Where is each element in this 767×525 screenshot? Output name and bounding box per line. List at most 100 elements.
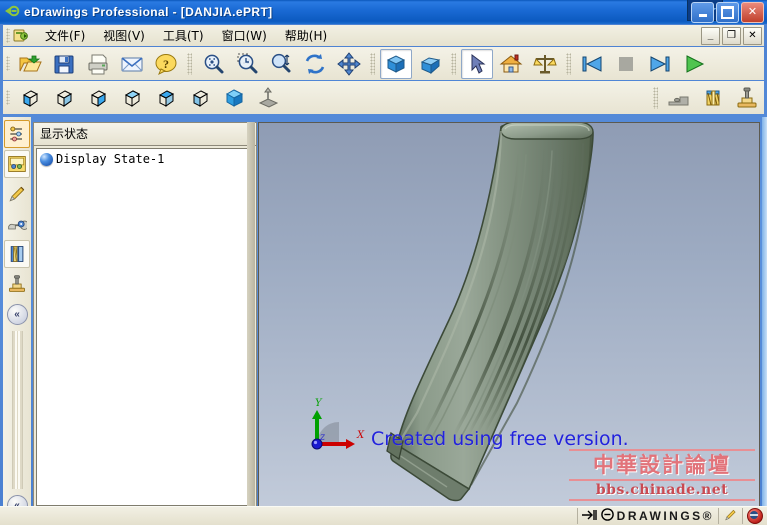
print-button[interactable]: [82, 49, 114, 79]
toolbar-grip[interactable]: [6, 90, 10, 105]
mdi-restore-icon: ❐: [727, 30, 736, 41]
email-button[interactable]: [116, 49, 148, 79]
mdi-close-button[interactable]: ✕: [743, 27, 762, 45]
view-left-button[interactable]: [82, 83, 114, 113]
no-entry-status-cell[interactable]: [742, 508, 767, 524]
display-state-panel: 显示状态 Display State-1: [33, 122, 257, 509]
measure-tab[interactable]: [4, 210, 30, 238]
status-message-area: [0, 508, 577, 524]
open-button[interactable]: [14, 49, 46, 79]
forum-watermark: 中華設計論壇 bbs.chinade.net: [569, 448, 755, 506]
blue-sphere-icon: [40, 152, 53, 166]
menu-bar: 文件(F) 视图(V) 工具(T) 窗口(W) 帮助(H) _ ❐ ✕: [3, 25, 764, 46]
mdi-minimize-button[interactable]: _: [701, 27, 720, 45]
help-button[interactable]: ?: [150, 49, 182, 79]
view-right-button[interactable]: [116, 83, 148, 113]
play-button[interactable]: [678, 49, 710, 79]
main-toolbar: ?: [3, 47, 764, 80]
measure-button[interactable]: [529, 49, 561, 79]
window-controls: ✕: [691, 2, 764, 23]
collapse-panel-top-button[interactable]: «: [6, 304, 28, 325]
tree-item-label: Display State-1: [56, 152, 165, 166]
svg-text:?: ?: [163, 57, 169, 71]
first-frame-button[interactable]: [576, 49, 608, 79]
stop-button[interactable]: [610, 49, 642, 79]
close-button[interactable]: ✕: [741, 2, 764, 23]
toolbar-separator: [653, 86, 658, 109]
svg-text:Y: Y: [315, 398, 323, 409]
home-view-button[interactable]: [495, 49, 527, 79]
minimize-button[interactable]: [691, 2, 714, 23]
view-top-button[interactable]: [150, 83, 182, 113]
tree-item[interactable]: Display State-1: [37, 149, 253, 166]
no-entry-icon: [747, 508, 763, 524]
menu-grip[interactable]: [6, 28, 10, 43]
close-icon: ✕: [747, 6, 758, 18]
menu-tools[interactable]: 工具(T): [154, 26, 213, 45]
normal-to-button[interactable]: [252, 83, 284, 113]
pan-button[interactable]: [333, 49, 365, 79]
document-icon: [13, 28, 30, 43]
window-right-edge: [762, 117, 767, 517]
view-orientation-toolbar: [3, 81, 764, 114]
shaded-view-button[interactable]: [380, 48, 412, 79]
stamp-button[interactable]: [731, 83, 763, 113]
edrawings-logo-mark: [600, 508, 614, 524]
pencil-icon: [723, 508, 738, 525]
last-frame-button[interactable]: [644, 49, 676, 79]
perspective-view-button[interactable]: [414, 49, 446, 79]
arrow-right-icon: [581, 509, 598, 524]
watermark-divider: [569, 499, 755, 501]
cross-section-button[interactable]: [697, 83, 729, 113]
zoom-to-area-button[interactable]: [231, 49, 263, 79]
maximize-button[interactable]: [716, 2, 739, 23]
toolbar-separator: [566, 52, 571, 75]
section-view-button[interactable]: [663, 83, 695, 113]
panel-splitter-track[interactable]: [11, 331, 23, 489]
watermark-url-text: bbs.chinade.net: [595, 482, 729, 498]
application-window: eDrawings Professional - [DANJIA.ePRT] ✕…: [0, 0, 767, 525]
svg-text:X: X: [356, 430, 365, 441]
mdi-child-controls: _ ❐ ✕: [701, 27, 762, 45]
mdi-restore-button[interactable]: ❐: [722, 27, 741, 45]
view-front-button[interactable]: [14, 83, 46, 113]
markup-status-cell[interactable]: [718, 508, 742, 524]
left-tab-toolbar: « «: [3, 117, 31, 520]
view-isometric-button[interactable]: [218, 83, 250, 113]
edrawings-brand-cell: DRAWINGS®: [576, 508, 718, 524]
menu-window[interactable]: 窗口(W): [213, 26, 276, 45]
save-button[interactable]: [48, 49, 80, 79]
stamp-tab[interactable]: [4, 270, 30, 298]
svg-text:Z: Z: [319, 434, 325, 442]
configurations-tab[interactable]: [4, 120, 30, 148]
free-version-watermark: Created using free version.: [371, 428, 629, 450]
view-bottom-button[interactable]: [184, 83, 216, 113]
view-toolbar-right-group: [649, 83, 764, 113]
zoom-to-fit-button[interactable]: [197, 49, 229, 79]
edrawings-logo-icon: [4, 4, 20, 20]
zoom-in-out-button[interactable]: [265, 49, 297, 79]
origin-triad: Y X Z: [299, 398, 369, 458]
edrawings-logo-text: DRAWINGS®: [616, 509, 714, 523]
display-state-tree[interactable]: Display State-1: [36, 148, 254, 506]
menu-file[interactable]: 文件(F): [36, 26, 94, 45]
menu-help[interactable]: 帮助(H): [276, 26, 336, 45]
panel-title: 显示状态: [34, 123, 256, 146]
toolbar-separator: [187, 52, 192, 75]
status-bar: DRAWINGS®: [0, 506, 767, 525]
display-states-tab[interactable]: [4, 150, 30, 178]
rotate-button[interactable]: [299, 49, 331, 79]
title-bar: eDrawings Professional - [DANJIA.ePRT] ✕: [0, 0, 767, 24]
graphics-area-frame: Y X Z Created using free version. 中華設計論壇…: [258, 122, 760, 509]
mdi-close-icon: ✕: [748, 30, 757, 41]
section-tab[interactable]: [4, 240, 30, 268]
toolbar-grip[interactable]: [6, 56, 10, 71]
menu-view[interactable]: 视图(V): [94, 26, 154, 45]
watermark-divider: [569, 449, 755, 451]
markup-tab[interactable]: [4, 180, 30, 208]
watermark-divider: [569, 479, 755, 481]
3d-viewport[interactable]: Y X Z Created using free version. 中華設計論壇…: [259, 123, 759, 508]
panel-right-edge: [247, 122, 255, 507]
view-back-button[interactable]: [48, 83, 80, 113]
select-button[interactable]: [461, 48, 493, 79]
